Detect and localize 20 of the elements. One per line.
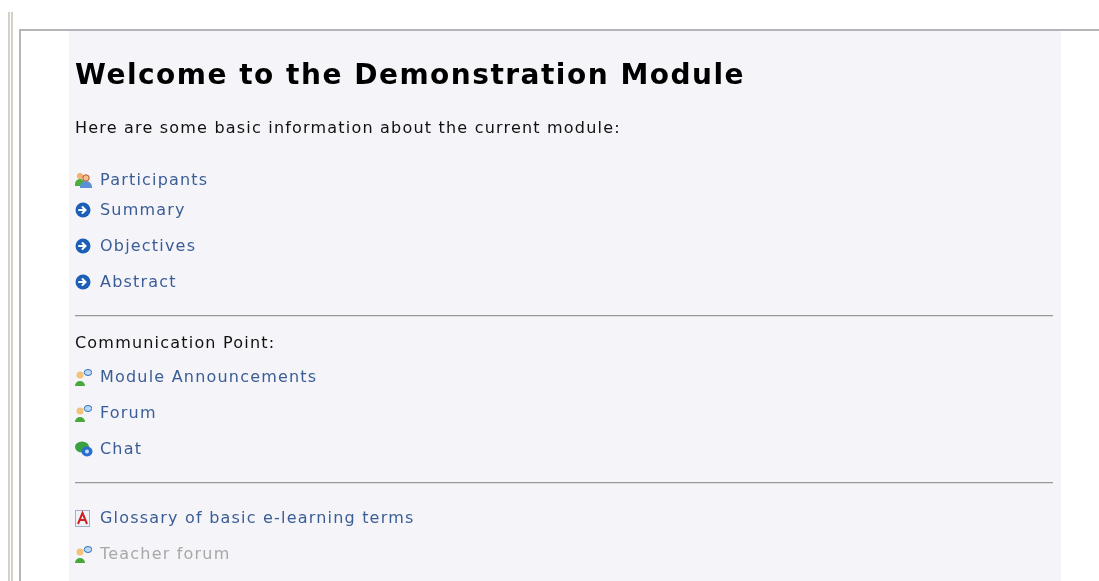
- intro-text: Here are some basic information about the current module:: [75, 118, 622, 138]
- arrow-right-icon: [75, 274, 91, 290]
- section-heading: Communication Point:: [75, 333, 277, 353]
- arrow-right-icon: [75, 202, 91, 218]
- chat-bubbles-icon: [75, 441, 93, 457]
- menu-link[interactable]: Module Announcements: [100, 367, 318, 387]
- menu-link[interactable]: Objectives: [100, 236, 197, 256]
- people-icon: [75, 172, 93, 188]
- menu-link[interactable]: Forum: [100, 403, 157, 423]
- user-speech-icon: [75, 404, 92, 422]
- user-speech-icon: [75, 545, 92, 563]
- user-speech-icon: [75, 368, 92, 386]
- menu-link[interactable]: Summary: [100, 200, 186, 220]
- document-icon: [75, 509, 90, 527]
- menu-link[interactable]: Glossary of basic e-learning terms: [100, 508, 415, 528]
- arrow-right-icon: [75, 238, 91, 254]
- page-title: Welcome to the Demonstration Module: [75, 59, 747, 91]
- menu-link[interactable]: Participants: [100, 170, 209, 190]
- menu-link[interactable]: Chat: [100, 439, 143, 459]
- menu-link[interactable]: Abstract: [100, 272, 177, 292]
